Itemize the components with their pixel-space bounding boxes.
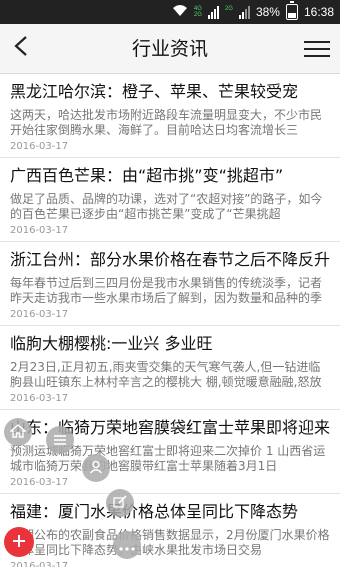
article-summary: 这两天，哈达批发市场附近路段车流量明显变大，不少市民开始往家倒腾水果、海鲜了。目… <box>10 108 323 137</box>
menu-icon-bar <box>304 48 330 50</box>
clock: 16:38 <box>303 5 334 19</box>
user-button[interactable] <box>82 454 110 482</box>
article-title: 浙江台州：部分水果价格在春节之后不降反升 <box>10 250 331 269</box>
article-date: 2016-03-17 <box>10 393 69 404</box>
more-icon <box>119 536 135 555</box>
article-date: 2016-03-17 <box>10 561 69 567</box>
article-item[interactable]: 山东：临猗万荣地窖膜袋红富士苹果即将迎来 预测运城临猗万荣地窖红富士即将迎来二次… <box>0 410 340 494</box>
article-summary: 近期公布的农副食品价格销售数据显示，2月份厦门水果价格总体呈同比下降态势。由峡水… <box>10 528 330 557</box>
home-icon <box>9 423 27 442</box>
signal-1-icon <box>207 5 219 19</box>
edit-icon <box>113 494 127 513</box>
article-item[interactable]: 浙江台州：部分水果价格在春节之后不降反升 每年春节过后到三四月份是我市水果销售的… <box>0 242 340 326</box>
nav-bar: 行业资讯 <box>0 24 340 74</box>
article-date: 2016-03-17 <box>10 225 69 236</box>
menu-button[interactable] <box>304 36 330 62</box>
status-icons: 4G 2G 2G 38% 16:38 <box>172 1 334 21</box>
article-title: 临朐大棚樱桃:一业兴 多业旺 <box>10 334 213 353</box>
article-date: 2016-03-17 <box>10 309 69 320</box>
article-list: 黑龙江哈尔滨：橙子、苹果、芒果较受宠 这两天，哈达批发市场附近路段车流量明显变大… <box>0 74 340 567</box>
article-item[interactable]: 福建：厦门水果价格总体呈同比下降态势 近期公布的农副食品价格销售数据显示，2月份… <box>0 494 340 567</box>
user-icon <box>89 459 103 478</box>
list-button[interactable] <box>46 426 74 454</box>
battery-icon <box>285 1 298 20</box>
signal-2-icon <box>238 5 250 19</box>
article-title: 黑龙江哈尔滨：橙子、苹果、芒果较受宠 <box>10 82 299 101</box>
article-item[interactable]: 广西百色芒果：由“超市挑”变“挑超市” 做足了品质、品牌的功课，选对了“农超对接… <box>0 158 340 242</box>
battery-fill <box>287 12 296 18</box>
more-button[interactable] <box>113 531 141 559</box>
menu-icon-bar <box>304 55 330 57</box>
sim2-network-type: 2G <box>225 6 233 18</box>
home-button[interactable] <box>4 418 32 446</box>
wifi-icon <box>172 4 188 20</box>
add-icon <box>12 533 26 552</box>
article-summary: 做足了品质、品牌的功课，选对了“农超对接”的路子，如今的百色芒果已逐步由“超市挑… <box>10 192 323 221</box>
article-summary: 每年春节过后到三四月份是我市水果销售的传统淡季，记者昨天走访我市一些水果市场后了… <box>10 276 323 305</box>
menu-icon-bar <box>304 41 330 43</box>
network-type: 4G 2G <box>194 6 202 18</box>
list-icon <box>53 431 67 450</box>
back-arrow-icon <box>13 34 29 64</box>
article-summary: 2月23日,正月初五,雨夹雪交集的天气寒气袭人,但一钻进临朐县山旺镇东上林村辛言… <box>10 360 322 389</box>
page-title: 行业资讯 <box>131 38 208 60</box>
article-title: 福建：厦门水果价格总体呈同比下降态势 <box>10 502 299 521</box>
article-item[interactable]: 黑龙江哈尔滨：橙子、苹果、芒果较受宠 这两天，哈达批发市场附近路段车流量明显变大… <box>0 74 340 158</box>
article-title: 广西百色芒果：由“超市挑”变“挑超市” <box>10 166 284 185</box>
article-date: 2016-03-17 <box>10 141 69 152</box>
battery-percent: 38% <box>255 5 280 19</box>
article-date: 2016-03-17 <box>10 477 69 488</box>
edit-button[interactable] <box>106 489 134 517</box>
add-button[interactable] <box>4 527 34 557</box>
status-bar: 4G 2G 2G 38% 16:38 <box>0 0 340 24</box>
network-bottom-label: 2G <box>193 12 202 18</box>
article-item[interactable]: 临朐大棚樱桃:一业兴 多业旺 2月23日,正月初五,雨夹雪交集的天气寒气袭人,但… <box>0 326 340 410</box>
back-button[interactable] <box>6 32 36 66</box>
